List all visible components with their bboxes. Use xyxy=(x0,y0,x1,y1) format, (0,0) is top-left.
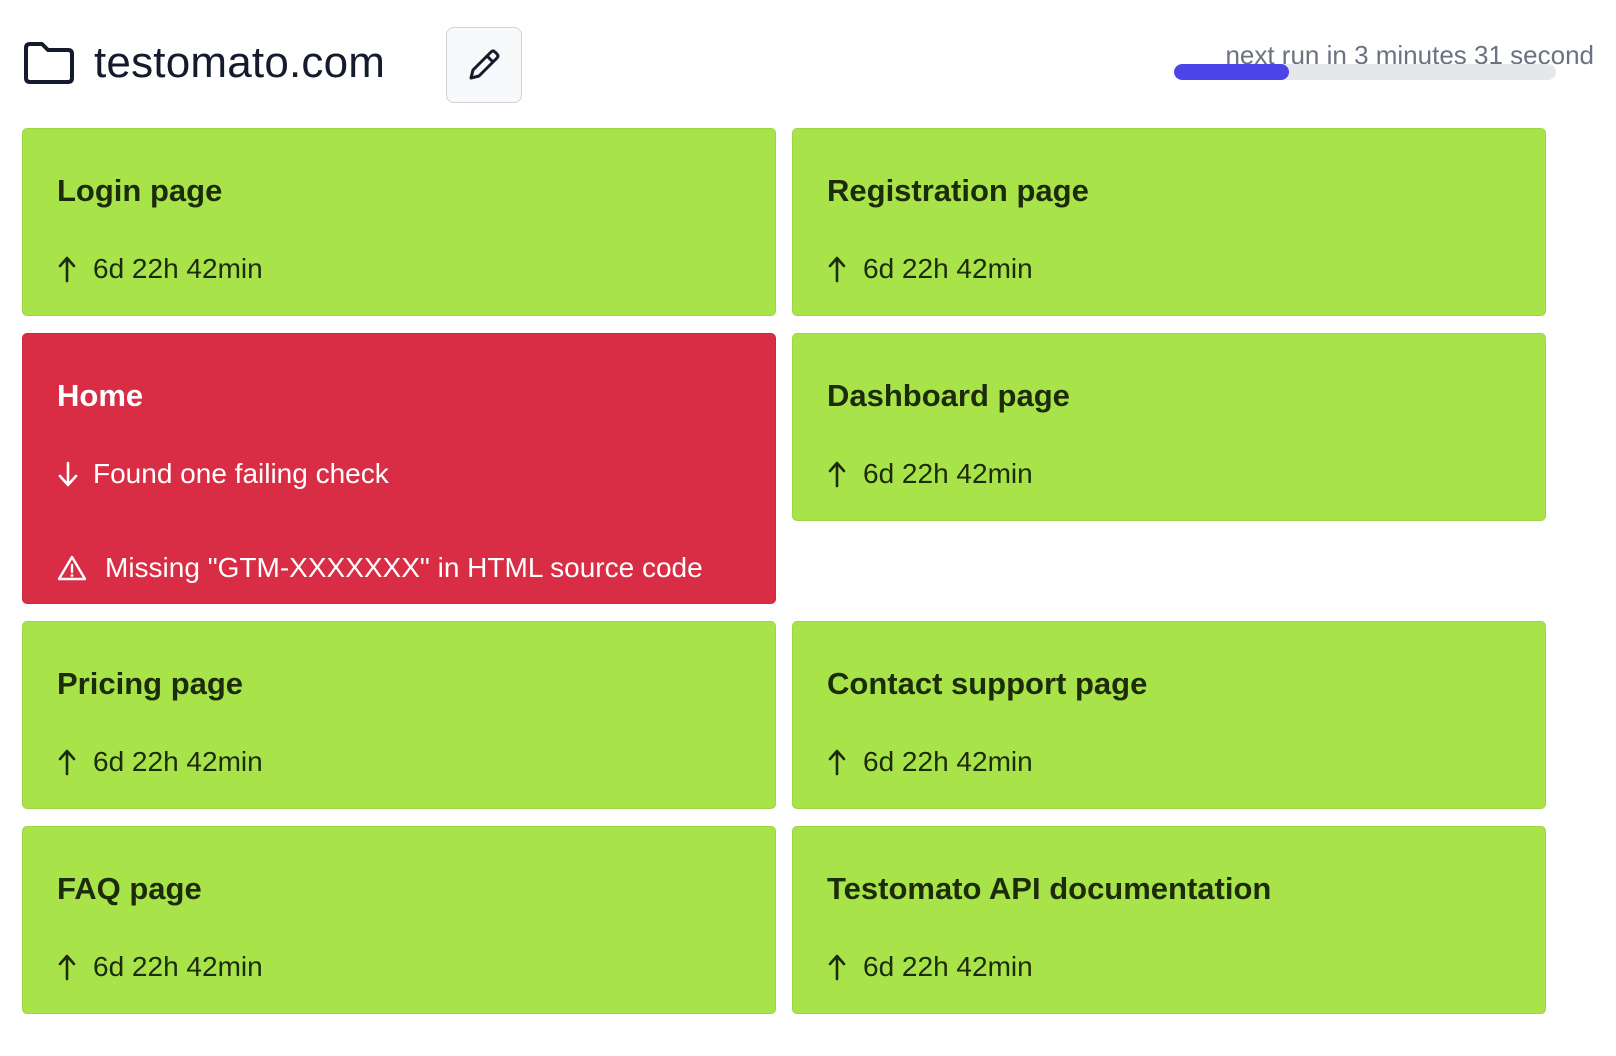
arrow-up-icon xyxy=(57,953,85,981)
card-status: 6d 22h 42min xyxy=(827,951,1033,983)
check-card-dashboard[interactable]: Dashboard page 6d 22h 42min xyxy=(792,333,1546,521)
card-status: 6d 22h 42min xyxy=(57,951,263,983)
card-status-text: 6d 22h 42min xyxy=(93,746,263,777)
card-warning-text: Missing "GTM-XXXXXXX" in HTML source cod… xyxy=(105,552,703,583)
card-status: 6d 22h 42min xyxy=(57,253,263,285)
arrow-up-icon xyxy=(57,748,85,776)
card-status: 6d 22h 42min xyxy=(827,253,1033,285)
card-status: 6d 22h 42min xyxy=(57,746,263,778)
next-run-progress-fill xyxy=(1174,64,1289,80)
card-status: 6d 22h 42min xyxy=(827,746,1033,778)
card-title: Login page xyxy=(57,173,223,208)
arrow-up-icon xyxy=(827,953,855,981)
folder-icon xyxy=(24,42,74,84)
page-title: testomato.com xyxy=(94,38,386,87)
check-card-api-documentation[interactable]: Testomato API documentation 6d 22h 42min xyxy=(792,826,1546,1014)
arrow-up-icon xyxy=(57,255,85,283)
edit-button[interactable] xyxy=(446,27,522,103)
card-title: FAQ page xyxy=(57,871,202,906)
check-card-contact-support[interactable]: Contact support page 6d 22h 42min xyxy=(792,621,1546,809)
card-status-text: 6d 22h 42min xyxy=(863,746,1033,777)
arrow-up-icon xyxy=(827,460,855,488)
card-title: Dashboard page xyxy=(827,378,1070,413)
card-warning: Missing "GTM-XXXXXXX" in HTML source cod… xyxy=(57,552,703,584)
check-card-pricing[interactable]: Pricing page 6d 22h 42min xyxy=(22,621,776,809)
card-status-text: 6d 22h 42min xyxy=(863,253,1033,284)
card-status-text: Found one failing check xyxy=(93,458,389,489)
card-title: Testomato API documentation xyxy=(827,871,1272,906)
card-title: Pricing page xyxy=(57,666,244,701)
arrow-down-icon xyxy=(57,460,85,488)
card-status-text: 6d 22h 42min xyxy=(863,951,1033,982)
check-card-faq[interactable]: FAQ page 6d 22h 42min xyxy=(22,826,776,1014)
card-title: Contact support page xyxy=(827,666,1148,701)
card-title: Registration page xyxy=(827,173,1089,208)
check-card-home[interactable]: Home Found one failing check Missing "GT… xyxy=(22,333,776,604)
card-status-text: 6d 22h 42min xyxy=(93,253,263,284)
card-status: Found one failing check xyxy=(57,458,389,490)
check-card-login[interactable]: Login page 6d 22h 42min xyxy=(22,128,776,316)
card-status: 6d 22h 42min xyxy=(827,458,1033,490)
arrow-up-icon xyxy=(827,748,855,776)
card-status-text: 6d 22h 42min xyxy=(863,458,1033,489)
check-card-registration[interactable]: Registration page 6d 22h 42min xyxy=(792,128,1546,316)
pencil-icon xyxy=(469,49,500,80)
arrow-up-icon xyxy=(827,255,855,283)
next-run-progress xyxy=(1174,64,1556,80)
card-title: Home xyxy=(57,378,144,413)
card-status-text: 6d 22h 42min xyxy=(93,951,263,982)
warning-triangle-icon xyxy=(57,554,89,582)
